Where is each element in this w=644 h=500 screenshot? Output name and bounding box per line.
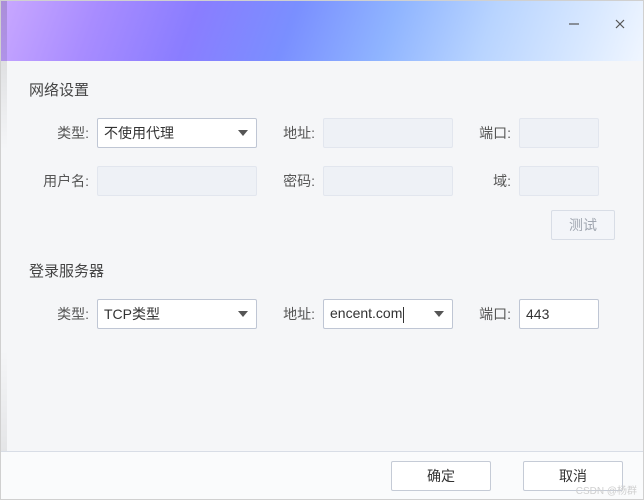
network-section-title: 网络设置 <box>29 79 615 100</box>
network-type-value: 不使用代理 <box>104 123 250 143</box>
login-type-label: 类型: <box>29 304 89 324</box>
cancel-button[interactable]: 取消 <box>523 461 623 491</box>
login-type-value: TCP类型 <box>104 304 250 324</box>
network-user-label: 用户名: <box>29 171 89 191</box>
chevron-down-icon <box>238 130 248 136</box>
settings-window: 网络设置 类型: 不使用代理 地址: 端口: 用户名: 密码: 域: 测试 登录… <box>0 0 644 500</box>
window-body: 网络设置 类型: 不使用代理 地址: 端口: 用户名: 密码: 域: 测试 登录… <box>1 61 643 329</box>
login-port-value: 443 <box>526 306 549 322</box>
minimize-icon <box>568 18 580 30</box>
login-grid: 类型: TCP类型 地址: encent.com 端口: 443 <box>29 299 615 329</box>
close-button[interactable] <box>597 9 643 39</box>
network-addr-field[interactable] <box>323 118 453 148</box>
network-domain-field[interactable] <box>519 166 599 196</box>
network-addr-label: 地址: <box>265 123 315 143</box>
login-port-label: 端口: <box>461 304 511 324</box>
login-addr-label: 地址: <box>265 304 315 324</box>
minimize-button[interactable] <box>551 9 597 39</box>
network-port-label: 端口: <box>461 123 511 143</box>
network-type-select[interactable]: 不使用代理 <box>97 118 257 148</box>
network-test-row: 测试 <box>29 210 615 240</box>
titlebar <box>1 1 643 61</box>
login-addr-select[interactable]: encent.com <box>323 299 453 329</box>
login-port-field[interactable]: 443 <box>519 299 599 329</box>
network-user-field[interactable] <box>97 166 257 196</box>
network-grid: 类型: 不使用代理 地址: 端口: 用户名: 密码: 域: <box>29 118 615 196</box>
close-icon <box>614 18 626 30</box>
chevron-down-icon <box>434 311 444 317</box>
network-type-label: 类型: <box>29 123 89 143</box>
text-cursor <box>403 307 404 323</box>
network-pass-label: 密码: <box>265 171 315 191</box>
test-button[interactable]: 测试 <box>551 210 615 240</box>
login-section-title: 登录服务器 <box>29 260 615 281</box>
footer: 确定 取消 <box>1 451 643 499</box>
ok-button[interactable]: 确定 <box>391 461 491 491</box>
network-pass-field[interactable] <box>323 166 453 196</box>
network-domain-label: 域: <box>461 171 511 191</box>
login-addr-value: encent.com <box>330 305 446 322</box>
login-type-select[interactable]: TCP类型 <box>97 299 257 329</box>
network-port-field[interactable] <box>519 118 599 148</box>
chevron-down-icon <box>238 311 248 317</box>
